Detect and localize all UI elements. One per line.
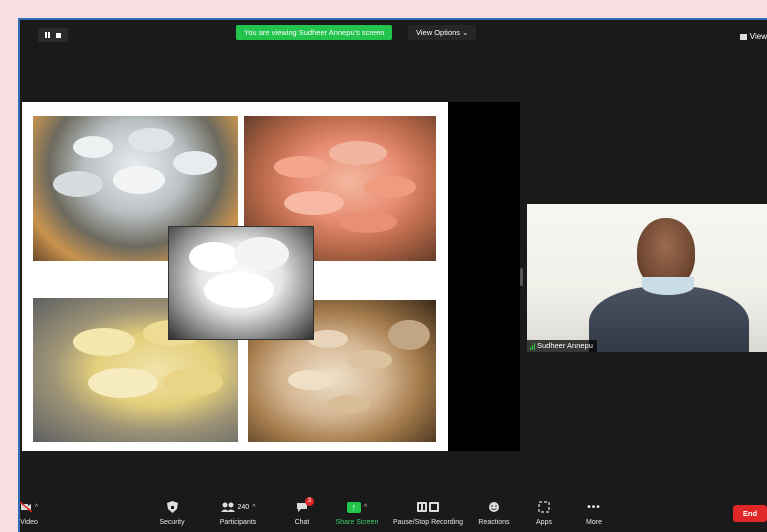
meeting-toolbar: ^ Video Security 240 ^ Participants 3 Ch… (20, 495, 767, 532)
pause-icon[interactable] (45, 32, 50, 38)
shared-screen (22, 102, 520, 451)
view-button-label: View (749, 32, 767, 41)
chat-label: Chat (294, 519, 310, 526)
shield-icon (166, 501, 178, 513)
grid-icon (739, 33, 747, 40)
stop-icon[interactable] (56, 32, 61, 38)
share-screen-icon: ↑ (346, 501, 361, 513)
video-button[interactable]: ^ Video (20, 495, 44, 532)
zoom-window: You are viewing Sudheer Annepu's screen … (18, 18, 767, 532)
pause-share-control[interactable] (38, 28, 68, 42)
speaker-name-tag: Sudheer Annepu (527, 340, 597, 352)
viewing-screen-banner: You are viewing Sudheer Annepu's screen (236, 25, 393, 40)
recording-label: Pause/Stop Recording (392, 519, 464, 526)
speaker-mask (642, 277, 694, 295)
speaker-body (589, 286, 749, 352)
panel-resize-handle[interactable] (520, 268, 523, 286)
more-label: More (586, 519, 602, 526)
participants-caret-icon[interactable]: ^ (252, 504, 255, 511)
share-caret-icon[interactable]: ^ (364, 504, 367, 511)
chevron-down-icon: ⌄ (462, 28, 469, 37)
speaker-video-tile: Sudheer Annepu (527, 204, 767, 352)
pause-stop-recording-button[interactable]: Pause/Stop Recording (390, 495, 466, 532)
video-caret-icon[interactable]: ^ (35, 504, 38, 511)
pause-recording-icon[interactable] (417, 502, 427, 512)
apps-label: Apps (536, 519, 552, 526)
participants-label: Participants (219, 519, 257, 526)
security-button[interactable]: Security (152, 495, 192, 532)
more-icon: ••• (587, 501, 601, 513)
reactions-button[interactable]: Reactions (476, 495, 512, 532)
view-options-label: View Options (416, 28, 461, 37)
apps-icon (538, 501, 550, 513)
signal-strength-icon (530, 342, 535, 350)
end-meeting-button[interactable]: End (733, 505, 767, 522)
stop-recording-icon[interactable] (429, 502, 439, 512)
share-screen-label: Share Screen (335, 519, 379, 526)
security-label: Security (159, 519, 185, 526)
speaker-name: Sudheer Annepu (537, 341, 593, 350)
more-button[interactable]: ••• More (580, 495, 608, 532)
participants-icon (220, 502, 235, 512)
share-screen-button[interactable]: ↑ ^ Share Screen (334, 495, 380, 532)
participants-button[interactable]: 240 ^ Participants (216, 495, 260, 532)
apps-button[interactable]: Apps (530, 495, 558, 532)
reaction-icon (489, 502, 499, 512)
chat-button[interactable]: 3 Chat (288, 495, 316, 532)
top-bar: You are viewing Sudheer Annepu's screen … (20, 20, 767, 46)
white-oyster-cluster-photo (168, 226, 314, 340)
participants-count: 240 (237, 503, 250, 511)
view-options-button[interactable]: View Options ⌄ (408, 25, 477, 40)
view-button[interactable]: View (739, 32, 767, 41)
video-label: Video (20, 519, 38, 526)
presentation-slide (22, 102, 448, 451)
reactions-label: Reactions (478, 519, 510, 526)
camera-off-icon (20, 502, 32, 512)
chat-unread-badge: 3 (305, 497, 314, 506)
